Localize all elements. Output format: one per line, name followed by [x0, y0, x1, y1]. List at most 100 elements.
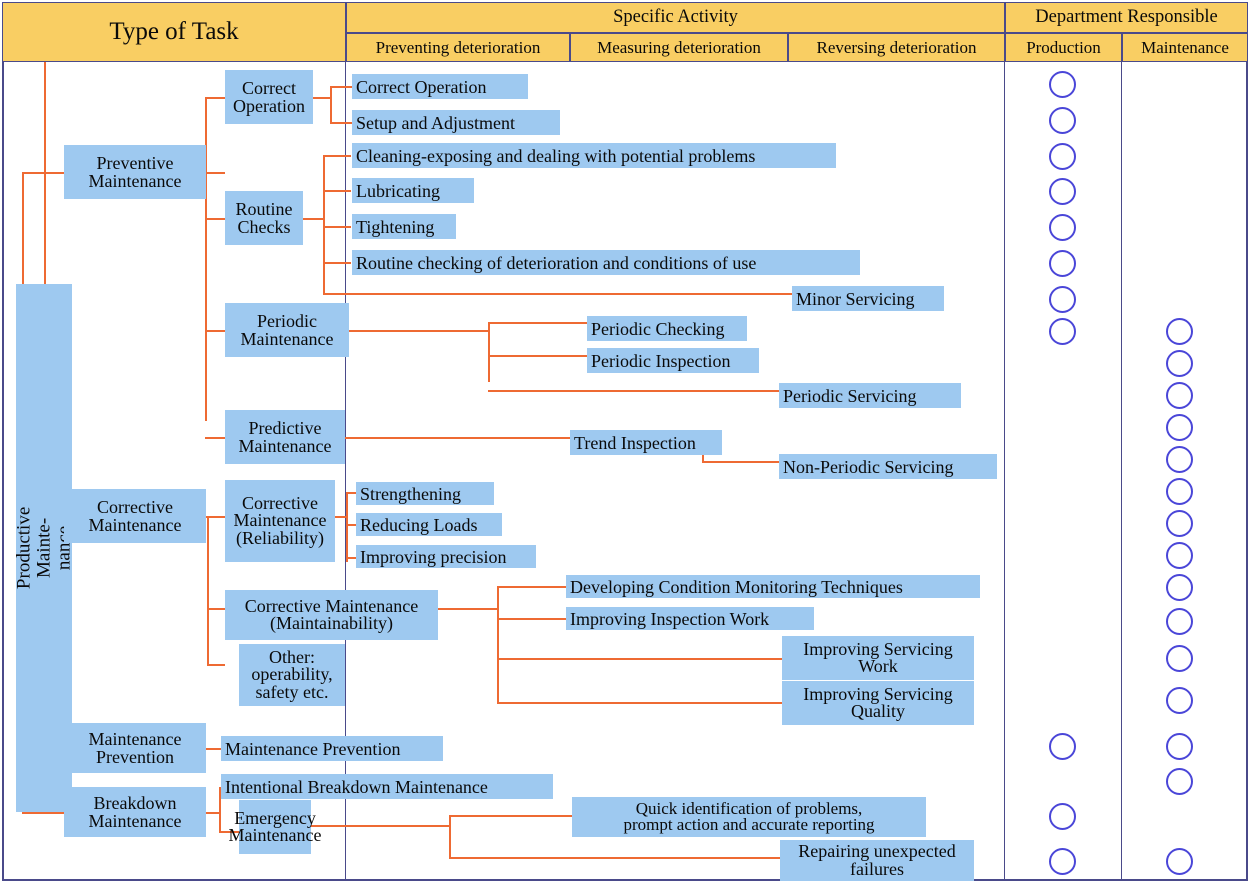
activity-routine-checking[interactable]: Routine checking of deterioration and co… — [352, 250, 860, 275]
node-periodic-maintenance[interactable]: Periodic Maintenance — [225, 303, 349, 357]
grid-line-activity-department — [1004, 62, 1005, 881]
activity-periodic-servicing[interactable]: Periodic Servicing — [779, 383, 961, 408]
node-predictive-maintenance[interactable]: Predictive Maintenance — [225, 410, 345, 464]
node-routine-checks[interactable]: Routine Checks — [225, 191, 303, 245]
connector-reliability-a3 — [346, 557, 356, 559]
activity-label: Routine checking of deterioration and co… — [356, 252, 757, 273]
node-corrective-maintenance-reliability[interactable]: Corrective Maintenance (Reliability) — [225, 480, 335, 562]
connector-periodic-spine — [488, 322, 490, 382]
activity-quick-identification[interactable]: Quick identification of problems, prompt… — [572, 797, 926, 837]
activity-setup-and-adjustment[interactable]: Setup and Adjustment — [352, 110, 560, 135]
node-other-operability-safety[interactable]: Other: operability, safety etc. — [239, 644, 345, 706]
production-mark[interactable] — [1049, 286, 1076, 313]
maintenance-mark[interactable] — [1166, 382, 1193, 409]
activity-strengthening[interactable]: Strengthening — [356, 482, 494, 505]
connector-correct-op-out — [312, 97, 332, 99]
connector-emergency-spine — [449, 815, 451, 859]
activity-label: Repairing unexpected failures — [798, 841, 956, 879]
production-mark[interactable] — [1049, 733, 1076, 760]
activity-repairing-unexpected-failures[interactable]: Repairing unexpected failures — [780, 840, 974, 881]
node-correct-operation[interactable]: Correct Operation — [225, 70, 313, 124]
connector-emergency-quick — [449, 815, 573, 817]
activity-trend-inspection[interactable]: Trend Inspection — [570, 430, 722, 455]
node-label: Emergency Maintenance — [228, 807, 322, 845]
activity-non-periodic-servicing[interactable]: Non-Periodic Servicing — [779, 454, 997, 479]
activity-tightening[interactable]: Tightening — [352, 214, 456, 239]
connector-reliability-a2 — [346, 524, 356, 526]
activity-periodic-inspection[interactable]: Periodic Inspection — [587, 348, 759, 373]
activity-periodic-checking[interactable]: Periodic Checking — [587, 316, 747, 341]
header-maintenance: Maintenance — [1122, 33, 1248, 62]
maintenance-mark[interactable] — [1166, 318, 1193, 345]
maintenance-mark[interactable] — [1166, 446, 1193, 473]
connector-periodic-out — [348, 330, 490, 332]
header-reversing-deterioration: Reversing deterioration — [788, 33, 1005, 62]
production-mark[interactable] — [1049, 71, 1076, 98]
connector-routine-a3 — [323, 226, 351, 228]
activity-label: Improving precision — [360, 546, 507, 567]
connector-periodic-checking — [488, 322, 588, 324]
activity-developing-condition-monitoring[interactable]: Developing Condition Monitoring Techniqu… — [566, 575, 980, 598]
activity-label: Tightening — [356, 216, 435, 237]
node-maintenance-prevention[interactable]: Maintenance Prevention — [64, 723, 206, 773]
production-mark[interactable] — [1049, 318, 1076, 345]
connector-corrective-reliability — [207, 516, 225, 518]
activity-label: Improving Inspection Work — [570, 608, 770, 629]
activity-improving-servicing-quality[interactable]: Improving Servicing Quality — [782, 681, 974, 725]
node-breakdown-maintenance[interactable]: Breakdown Maintenance — [64, 787, 206, 837]
node-emergency-maintenance[interactable]: Emergency Maintenance — [229, 800, 321, 854]
connector-reliability-spine — [346, 492, 348, 562]
maintenance-mark[interactable] — [1166, 510, 1193, 537]
production-mark[interactable] — [1049, 848, 1076, 875]
activity-improving-inspection-work[interactable]: Improving Inspection Work — [566, 607, 814, 630]
activity-cleaning-exposing[interactable]: Cleaning-exposing and dealing with poten… — [352, 143, 836, 168]
connector-maint-a4 — [497, 702, 783, 704]
activity-maintenance-prevention[interactable]: Maintenance Prevention — [221, 736, 443, 761]
connector-corrective-maintainability — [207, 608, 225, 610]
maintenance-mark[interactable] — [1166, 542, 1193, 569]
header-specific-activity: Specific Activity — [346, 2, 1005, 33]
production-mark[interactable] — [1049, 214, 1076, 241]
connector-preventive-out — [205, 172, 225, 174]
maintenance-mark[interactable] — [1166, 645, 1193, 672]
node-label: Preventive Maintenance — [88, 153, 182, 191]
activity-label: Non-Periodic Servicing — [783, 456, 954, 477]
production-mark[interactable] — [1049, 107, 1076, 134]
node-label: Other: operability, safety etc. — [251, 646, 333, 702]
activity-improving-precision[interactable]: Improving precision — [356, 545, 536, 568]
activity-intentional-breakdown-maintenance[interactable]: Intentional Breakdown Maintenance — [221, 774, 553, 799]
node-corrective-maintenance-maintainability[interactable]: Corrective Maintenance (Maintainability) — [225, 590, 438, 640]
connector-emergency-repair — [449, 857, 781, 859]
maintenance-mark[interactable] — [1166, 478, 1193, 505]
node-label: Maintenance Prevention — [88, 729, 182, 767]
production-mark[interactable] — [1049, 143, 1076, 170]
connector-reliability-a1 — [346, 492, 356, 494]
maintenance-mark[interactable] — [1166, 574, 1193, 601]
node-corrective-maintenance[interactable]: Corrective Maintenance — [64, 489, 206, 543]
production-mark[interactable] — [1049, 178, 1076, 205]
maintenance-mark[interactable] — [1166, 687, 1193, 714]
node-preventive-maintenance[interactable]: Preventive Maintenance — [64, 145, 206, 199]
connector-correct-op-a2 — [330, 122, 352, 124]
connector-maintainability-out — [437, 608, 499, 610]
connector-maintainability-spine — [497, 586, 499, 703]
maintenance-mark[interactable] — [1166, 608, 1193, 635]
production-mark[interactable] — [1049, 803, 1076, 830]
connector-routine-spine — [323, 155, 325, 295]
connector-predictive-nonperiodic — [702, 461, 780, 463]
activity-improving-servicing-work[interactable]: Improving Servicing Work — [782, 636, 974, 680]
activity-lubricating[interactable]: Lubricating — [352, 178, 474, 203]
header-preventing-label: Preventing deterioration — [375, 37, 541, 57]
activity-correct-operation[interactable]: Correct Operation — [352, 74, 528, 99]
maintenance-mark[interactable] — [1166, 733, 1193, 760]
maintenance-mark[interactable] — [1166, 414, 1193, 441]
header-measuring-deterioration: Measuring deterioration — [570, 33, 788, 62]
maintenance-mark[interactable] — [1166, 768, 1193, 795]
activity-label: Strengthening — [360, 483, 461, 504]
maintenance-mark[interactable] — [1166, 848, 1193, 875]
activity-minor-servicing[interactable]: Minor Servicing — [792, 286, 944, 311]
activity-reducing-loads[interactable]: Reducing Loads — [356, 513, 502, 536]
maintenance-mark[interactable] — [1166, 350, 1193, 377]
connector-maint-a1 — [497, 586, 567, 588]
production-mark[interactable] — [1049, 250, 1076, 277]
